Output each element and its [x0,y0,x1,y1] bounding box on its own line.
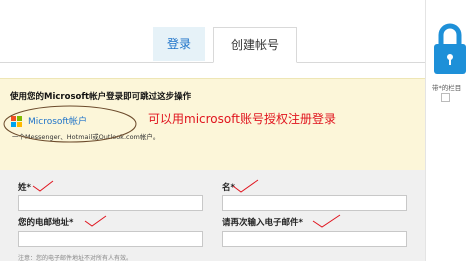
email-label: 您的电邮地址* [18,218,74,228]
last-name-label: 姓* [18,183,31,193]
side-checkbox[interactable] [441,93,450,102]
tab-login[interactable]: 登录 [153,27,205,61]
first-name-input[interactable] [222,195,407,211]
email-input[interactable] [18,231,203,247]
microsoft-signin-banner: 使用您的Microsoft帐户登录即可跳过这步操作 Microsoft帐户 可以… [0,78,425,175]
tab-bar: 登录 创建帐号 [0,0,425,63]
annotation-note: 可以用microsoft账号授权注册登录 [148,112,336,126]
required-fields-note: 带*的栏目 [432,84,462,92]
tab-create-account[interactable]: 创建帐号 [213,27,297,63]
lock-icon [434,23,466,74]
last-name-input[interactable] [18,195,203,211]
email-confirm-input[interactable] [222,231,407,247]
email-confirm-label: 请再次输入电子邮件* [222,218,303,228]
annotation-circle [3,105,137,143]
first-name-label: 名* [222,183,235,193]
